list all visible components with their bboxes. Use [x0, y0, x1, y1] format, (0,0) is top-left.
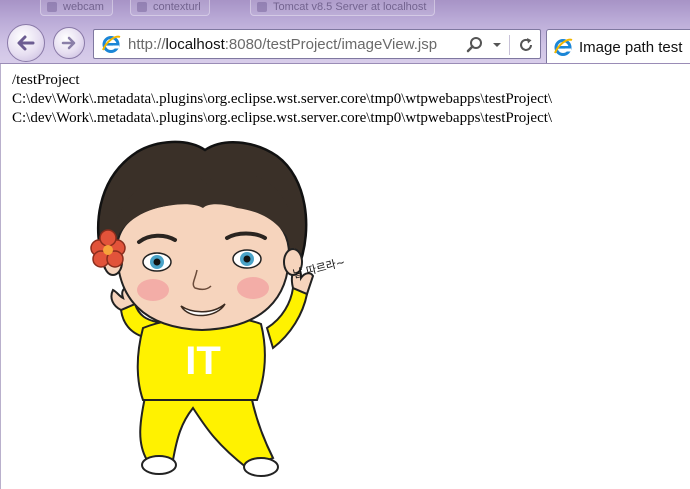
url-prefix: http:// [128, 35, 166, 53]
character-image: IT 날 따르라~ [77, 138, 377, 489]
browser-chrome: webcam contexturl Tomcat v8.5 Server at … [0, 0, 690, 64]
tab-image-path-test[interactable]: Image path test [546, 29, 690, 63]
back-button[interactable] [7, 24, 45, 62]
url-text[interactable]: http://localhost:8080/testProject/imageV… [128, 36, 437, 53]
back-arrow-icon [17, 35, 35, 51]
background-tab-label: contexturl [153, 1, 201, 13]
output-text-block: /testProject C:\dev\Work\.metadata\.plug… [12, 71, 552, 128]
background-tab-strip: webcam contexturl Tomcat v8.5 Server at … [0, 0, 690, 18]
background-tab[interactable]: webcam [40, 0, 113, 16]
url-path: :8080/testProject/imageView.jsp [224, 35, 438, 53]
url-host: localhost [165, 35, 225, 53]
refresh-icon[interactable] [516, 34, 536, 56]
tab-title: Image path test [579, 38, 683, 56]
background-tab-label: Tomcat v8.5 Server at localhost [273, 1, 427, 13]
ie-logo-icon [98, 31, 124, 57]
forward-button[interactable] [53, 27, 85, 59]
character-illustration: IT [90, 140, 315, 477]
dropdown-icon[interactable] [491, 34, 503, 56]
background-tab[interactable]: Tomcat v8.5 Server at localhost [250, 0, 436, 16]
forward-arrow-icon [61, 36, 76, 50]
search-icon[interactable] [465, 34, 485, 56]
real-path-line: C:\dev\Work\.metadata\.plugins\org.eclip… [12, 91, 553, 107]
shirt-logo-text: IT [185, 339, 221, 383]
context-path-line: /testProject [12, 72, 80, 88]
page-content: /testProject C:\dev\Work\.metadata\.plug… [0, 64, 690, 489]
address-bar[interactable]: http://localhost:8080/testProject/imageV… [93, 29, 541, 59]
address-bar-tools [465, 33, 536, 57]
background-tab-label: webcam [63, 1, 104, 13]
toolbar-divider [509, 35, 510, 55]
background-tab[interactable]: contexturl [130, 0, 210, 16]
ie-logo-icon [550, 34, 576, 60]
real-path-line: C:\dev\Work\.metadata\.plugins\org.eclip… [12, 110, 553, 126]
